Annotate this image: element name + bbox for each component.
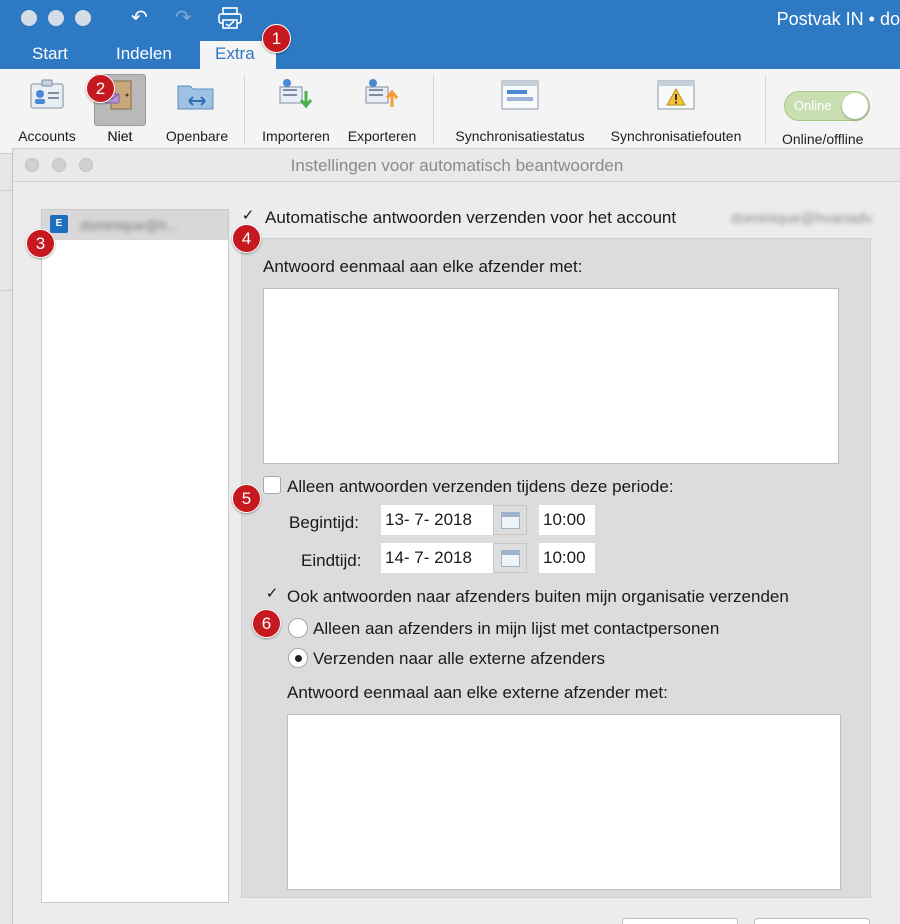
openbare-mappen-button[interactable]: Openbare: [161, 77, 233, 144]
importeren-label: Importeren: [262, 128, 330, 144]
reply-textarea[interactable]: [263, 288, 839, 464]
import-icon: [278, 77, 314, 113]
public-folders-icon: [175, 77, 219, 113]
account-list-item[interactable]: E dominique@h...: [42, 210, 228, 240]
toggle-knob: [842, 93, 868, 119]
annotation-badge-4: 4: [232, 224, 261, 253]
external-reply-label: Antwoord eenmaal aan elke externe afzend…: [287, 683, 668, 702]
sync-status-icon: [501, 77, 539, 113]
redo-icon[interactable]: ↷: [175, 7, 192, 29]
print-icon[interactable]: [218, 7, 242, 34]
period-label: Alleen antwoorden verzenden tijdens deze…: [287, 477, 674, 496]
ribbon-separator: [433, 75, 434, 145]
radio-contacts-only[interactable]: [288, 618, 308, 638]
online-toggle-text: Online: [794, 98, 832, 113]
niet-label: Niet: [107, 128, 133, 144]
annotation-badge-2: 2: [86, 74, 115, 103]
openbare-label: Openbare: [165, 128, 229, 144]
synchronisatiefouten-button[interactable]: Synchronisatiefouten: [600, 77, 752, 144]
auto-reply-dialog: Instellingen voor automatisch beantwoord…: [12, 148, 900, 924]
exporteren-button[interactable]: Exporteren: [342, 77, 422, 144]
external-checkbox[interactable]: ✓: [263, 586, 281, 604]
main-window-left-edge: [0, 154, 12, 924]
calendar-icon: [501, 550, 520, 567]
zoom-window-button[interactable]: [75, 10, 91, 26]
online-toggle[interactable]: Online: [784, 91, 870, 121]
close-window-button[interactable]: [21, 10, 37, 26]
radio-all-external[interactable]: [288, 648, 308, 668]
ribbon-separator: [244, 75, 245, 145]
ok-button[interactable]: [754, 918, 870, 924]
synchronisatiestatus-label: Synchronisatiestatus: [455, 128, 585, 144]
accounts-button[interactable]: Accounts: [14, 77, 80, 144]
title-bar: ↶ ↷ Postvak IN • do Start Indelen Extra: [0, 0, 900, 69]
reply-label: Antwoord eenmaal aan elke afzender met:: [263, 257, 583, 276]
tab-start[interactable]: Start: [16, 41, 84, 69]
annotation-badge-5: 5: [232, 484, 261, 513]
tab-indelen[interactable]: Indelen: [100, 41, 188, 69]
end-time-field[interactable]: 10:00: [539, 543, 595, 573]
calendar-icon: [501, 512, 520, 529]
account-list: E dominique@h...: [41, 209, 229, 903]
accounts-label: Accounts: [18, 128, 76, 144]
exporteren-label: Exporteren: [347, 128, 417, 144]
auto-reply-label: Automatische antwoorden verzenden voor h…: [265, 208, 677, 227]
start-date-field[interactable]: 13- 7- 2018: [381, 505, 493, 535]
export-icon: [364, 77, 400, 113]
synchronisatiestatus-button[interactable]: Synchronisatiestatus: [446, 77, 594, 144]
end-time-label: Eindtijd:: [301, 551, 362, 570]
dialog-title: Instellingen voor automatisch beantwoord…: [290, 156, 624, 175]
window-title: Postvak IN • do: [776, 9, 900, 29]
annotation-badge-3: 3: [26, 229, 55, 258]
undo-icon[interactable]: ↶: [131, 7, 148, 29]
cancel-button[interactable]: [622, 918, 738, 924]
online-offline-label: Online/offline: [782, 131, 864, 147]
annotation-badge-6: 6: [252, 609, 281, 638]
contacts-only-label: Alleen aan afzenders in mijn lijst met c…: [313, 619, 720, 638]
accounts-icon: [29, 77, 65, 113]
importeren-button[interactable]: Importeren: [256, 77, 336, 144]
exchange-icon: E: [50, 215, 68, 233]
sync-errors-icon: [657, 77, 695, 113]
dialog-title-bar: Instellingen voor automatisch beantwoord…: [13, 149, 900, 182]
start-time-label: Begintijd:: [289, 513, 359, 532]
external-label: Ook antwoorden naar afzenders buiten mij…: [287, 587, 789, 606]
external-reply-textarea[interactable]: [287, 714, 841, 890]
end-date-calendar-button[interactable]: [493, 543, 527, 573]
minimize-window-button[interactable]: [48, 10, 64, 26]
end-date-field[interactable]: 14- 7- 2018: [381, 543, 493, 573]
period-checkbox[interactable]: [263, 476, 281, 494]
account-name: dominique@h...: [80, 217, 179, 233]
auto-reply-account-email: dominique@hvanadv: [731, 210, 873, 227]
start-time-field[interactable]: 10:00: [539, 505, 595, 535]
annotation-badge-1: 1: [262, 24, 291, 53]
synchronisatiefouten-label: Synchronisatiefouten: [610, 128, 742, 144]
ribbon-separator: [765, 75, 766, 145]
all-external-label: Verzenden naar alle externe afzenders: [313, 649, 606, 668]
start-date-calendar-button[interactable]: [493, 505, 527, 535]
